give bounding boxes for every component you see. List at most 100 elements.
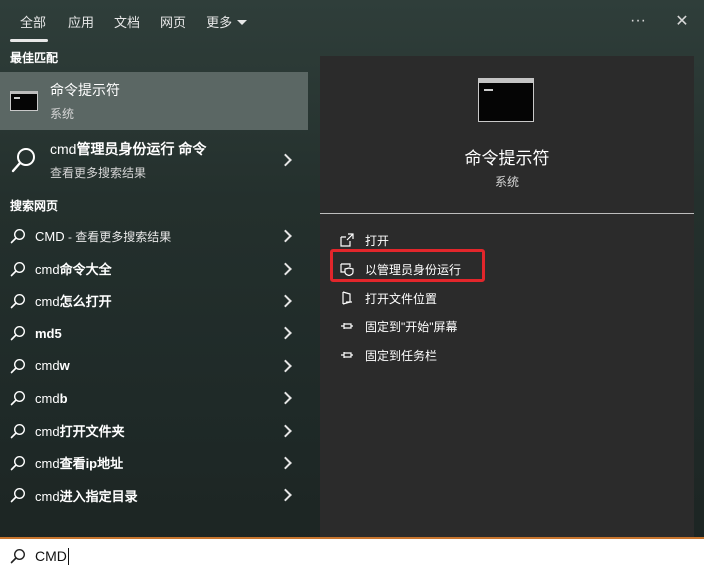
tab-all[interactable]: 全部 [0, 0, 58, 42]
web-result-text: cmdb [35, 391, 68, 406]
action-pin-to-start[interactable]: 固定到"开始"屏幕 [340, 315, 458, 337]
web-result-bold: b [59, 390, 68, 406]
text-cursor [67, 547, 69, 565]
preview-title: 命令提示符 [464, 149, 550, 168]
web-result-item[interactable]: cmd查看ip地址 [0, 447, 308, 479]
web-results-list: CMD - 查看更多搜索结果 cmd命令大全 cmd怎么打开 md5 cmdw cmdb c… [0, 220, 308, 512]
tab-documents[interactable]: 文档 [104, 0, 150, 42]
search-bar[interactable]: CMD [0, 537, 704, 573]
chevron-right-icon[interactable] [279, 359, 292, 373]
chevron-right-icon[interactable] [279, 488, 292, 502]
web-result-text: cmd命令大全 [35, 259, 112, 278]
web-result-bold: w [59, 358, 70, 374]
web-search-heading: 搜索网页 [10, 198, 59, 213]
chevron-right-icon[interactable] [279, 262, 292, 275]
tab-web[interactable]: 网页 [150, 0, 196, 42]
action-label: 固定到"开始"屏幕 [365, 319, 458, 334]
web-result-item[interactable]: cmd怎么打开 [0, 285, 308, 317]
action-pin-to-taskbar[interactable]: 固定到任务栏 [340, 344, 437, 366]
tab-label: 更多 [206, 14, 233, 30]
search-icon [10, 293, 26, 309]
web-result-item[interactable]: md5 [0, 317, 308, 349]
action-label: 打开 [365, 233, 390, 248]
action-open[interactable]: 打开 [340, 229, 389, 251]
search-icon [10, 455, 26, 471]
chevron-right-icon[interactable] [279, 424, 292, 437]
search-icon [10, 358, 26, 374]
web-result-thin: - 查看更多搜索结果 [64, 229, 172, 244]
web-result-plain: CMD [35, 228, 65, 244]
tab-label: 文档 [114, 14, 141, 30]
command-prompt-icon [478, 78, 534, 122]
top-actions: ··· ✕ [616, 0, 704, 42]
cmd-run-as-admin-suggestion[interactable]: cmd管理员身份运行 命令 查看更多搜索结果 [0, 130, 308, 190]
web-result-bold: 进入指定目录 [59, 488, 138, 504]
web-result-plain: cmd [35, 456, 60, 472]
preview-subtitle: 系统 [494, 175, 519, 189]
best-match-title: 命令提示符 [50, 82, 120, 98]
tab-more[interactable]: 更多 [196, 0, 257, 42]
web-result-text: CMD - 查看更多搜索结果 [35, 228, 171, 245]
web-result-plain: cmd [35, 488, 60, 504]
web-result-plain: cmd [35, 390, 60, 406]
suggestion-subtitle: 查看更多搜索结果 [50, 166, 147, 180]
search-input[interactable]: CMD [35, 548, 67, 564]
divider [320, 213, 694, 214]
open-icon [340, 233, 354, 247]
chevron-right-icon[interactable] [279, 294, 292, 308]
search-icon [10, 391, 26, 406]
search-window: 全部 应用 文档 网页 更多 ··· ✕ 最佳匹配 命令提示符 系统 cmd管理… [0, 0, 704, 573]
file-location-icon [342, 291, 352, 305]
chevron-right-icon[interactable] [279, 391, 292, 405]
web-result-text: cmd打开文件夹 [35, 421, 125, 440]
tab-apps[interactable]: 应用 [58, 0, 104, 42]
chevron-right-icon[interactable] [279, 456, 292, 470]
tab-label: 应用 [68, 14, 95, 30]
pin-icon [341, 323, 353, 329]
best-match-heading: 最佳匹配 [10, 50, 59, 65]
web-result-text: cmdw [35, 358, 70, 373]
web-result-bold: 命令大全 [59, 262, 112, 278]
web-result-item[interactable]: CMD - 查看更多搜索结果 [0, 220, 308, 252]
chevron-down-icon [237, 19, 248, 25]
search-icon [10, 229, 26, 244]
chevron-right-icon[interactable] [279, 229, 292, 243]
close-button[interactable]: ✕ [660, 0, 704, 42]
web-result-item[interactable]: cmd命令大全 [0, 252, 308, 284]
best-match-item[interactable]: 命令提示符 系统 [0, 72, 308, 130]
highlight-annotation-box [330, 249, 485, 282]
command-prompt-icon [10, 91, 38, 111]
search-icon [10, 326, 26, 341]
search-icon [11, 148, 35, 173]
action-label: 固定到任务栏 [365, 348, 438, 363]
suggestion-title-bold: 管理员身份运行 命令 [76, 141, 207, 157]
action-open-file-location[interactable]: 打开文件位置 [340, 287, 437, 309]
web-result-text: cmd进入指定目录 [35, 486, 138, 505]
more-options-button[interactable]: ··· [616, 0, 660, 42]
web-result-item[interactable]: cmdw [0, 350, 308, 382]
web-result-plain: cmd [35, 262, 60, 278]
best-match-subtitle: 系统 [50, 107, 75, 121]
web-result-item[interactable]: cmd打开文件夹 [0, 414, 308, 446]
suggestion-title: cmd管理员身份运行 命令 [50, 139, 206, 159]
web-result-bold: md5 [35, 325, 62, 341]
chevron-right-icon[interactable] [279, 326, 292, 340]
web-result-text: md5 [35, 326, 62, 341]
search-icon [10, 488, 26, 503]
search-icon [10, 423, 26, 438]
web-result-plain: cmd [35, 294, 60, 310]
results-panel: 最佳匹配 命令提示符 系统 cmd管理员身份运行 命令 查看更多搜索结果 搜索网… [0, 42, 308, 537]
web-result-item[interactable]: cmdb [0, 382, 308, 414]
tab-label: 网页 [160, 14, 187, 30]
chevron-right-icon[interactable] [279, 153, 292, 167]
web-result-bold: 打开文件夹 [59, 424, 125, 440]
tab-label: 全部 [20, 14, 47, 30]
web-result-item[interactable]: cmd进入指定目录 [0, 479, 308, 511]
web-result-plain: cmd [35, 424, 60, 440]
action-label: 打开文件位置 [365, 291, 438, 306]
preview-panel: 命令提示符 系统 打开 以管理员身份运行 打开文件位置 固定到"开始"屏幕 固定… [320, 56, 694, 537]
web-result-bold: 怎么打开 [59, 294, 112, 310]
web-result-text: cmd查看ip地址 [35, 453, 123, 472]
web-result-bold: 查看ip地址 [59, 456, 124, 472]
suggestion-title-plain: cmd [50, 141, 77, 157]
